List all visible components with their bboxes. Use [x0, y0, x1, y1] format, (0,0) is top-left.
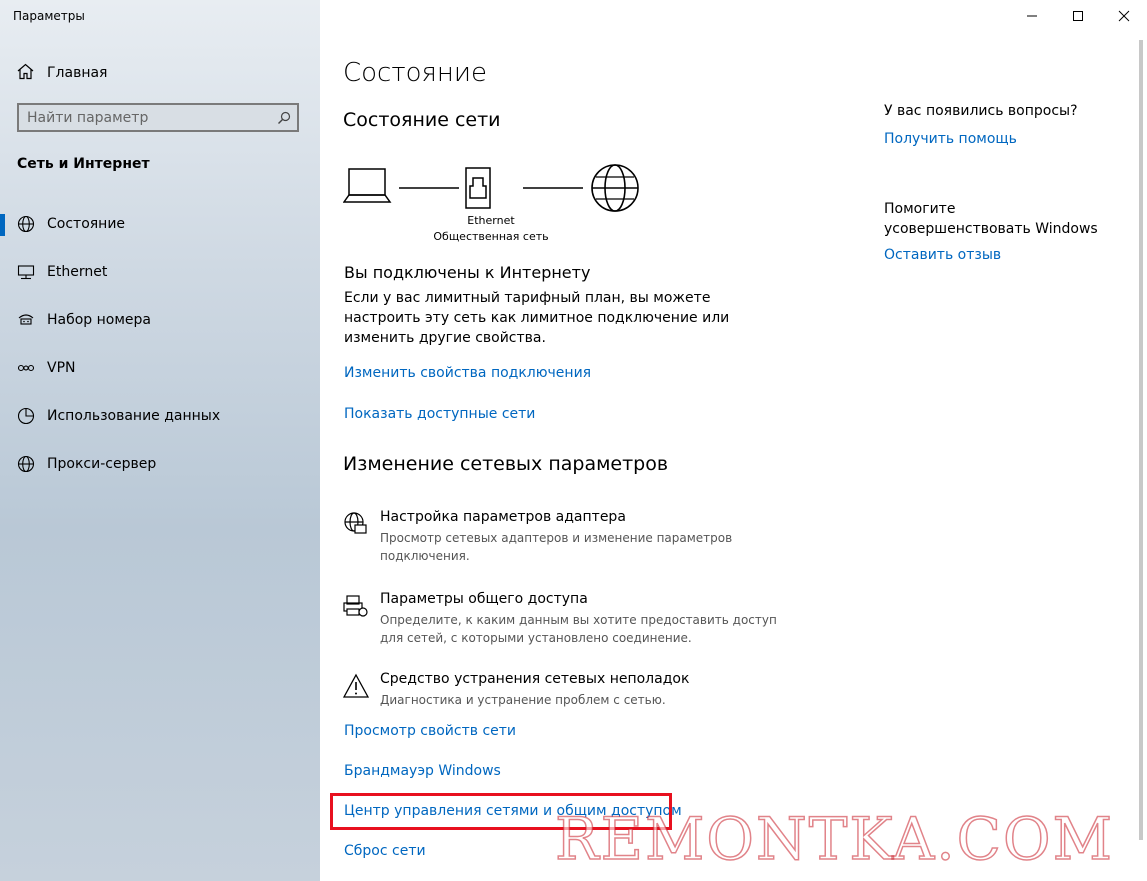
sharing-icon	[343, 593, 369, 619]
globe-icon	[16, 454, 36, 474]
sidebar-item-label: Ethernet	[47, 264, 108, 280]
questions-heading: У вас появились вопросы?	[884, 103, 1078, 119]
sidebar: Параметры Главная Сеть и Интернет Состоя…	[0, 0, 320, 881]
globe-icon	[16, 214, 36, 234]
sidebar-item-label: Использование данных	[47, 408, 221, 424]
connected-description: Если у вас лимитный тарифный план, вы мо…	[344, 290, 730, 346]
change-connection-properties-link[interactable]: Изменить свойства подключения	[344, 365, 591, 381]
minimize-button[interactable]	[1009, 0, 1055, 32]
adapter-name: Ethernet	[467, 214, 515, 227]
home-label: Главная	[47, 65, 108, 81]
main-content: Состояние Состояние сети Ethernet Общест…	[320, 0, 1147, 881]
sidebar-item-label: Состояние	[47, 216, 126, 232]
setting-title: Параметры общего доступа	[380, 591, 588, 607]
app-title: Параметры	[13, 9, 85, 23]
sidebar-item-dialup[interactable]: Набор номера	[0, 300, 320, 340]
network-diagram: Ethernet Общественная сеть	[343, 160, 673, 250]
maximize-button[interactable]	[1055, 0, 1101, 32]
windows-firewall-link[interactable]: Брандмауэр Windows	[344, 763, 501, 779]
section-title: Сеть и Интернет	[17, 156, 150, 172]
view-network-properties-link[interactable]: Просмотр свойств сети	[344, 723, 516, 739]
close-button[interactable]	[1101, 0, 1147, 32]
network-status-heading: Состояние сети	[343, 109, 501, 131]
maximize-icon	[1073, 11, 1083, 21]
setting-description: Диагностика и устранение проблем с сетью…	[380, 693, 666, 707]
data-usage-icon	[16, 406, 36, 426]
network-adapter-icon	[343, 511, 369, 537]
network-reset-link[interactable]: Сброс сети	[344, 843, 426, 859]
ethernet-port-icon	[465, 167, 491, 209]
search-input[interactable]	[19, 104, 271, 131]
connected-title: Вы подключены к Интернету	[344, 263, 591, 282]
improve-windows-text: Помогите усовершенствовать Windows	[884, 201, 1098, 237]
home-icon	[17, 63, 34, 84]
sidebar-item-status[interactable]: Состояние	[0, 204, 320, 244]
change-settings-heading: Изменение сетевых параметров	[343, 453, 669, 475]
warning-icon	[342, 673, 370, 699]
sharing-options-item[interactable]: Параметры общего доступа Определите, к к…	[343, 591, 803, 646]
sidebar-item-ethernet[interactable]: Ethernet	[0, 252, 320, 292]
laptop-icon	[343, 168, 392, 203]
search-icon[interactable]	[271, 111, 297, 125]
internet-globe-icon	[591, 164, 639, 212]
setting-title: Средство устранения сетевых неполадок	[380, 671, 690, 687]
setting-title: Настройка параметров адаптера	[380, 509, 626, 525]
watermark: REMONTKA.COM	[554, 804, 1114, 874]
setting-description: Определите, к каким данным вы хотите пре…	[380, 613, 777, 645]
sidebar-item-label: VPN	[47, 360, 76, 376]
show-available-networks-link[interactable]: Показать доступные сети	[344, 406, 535, 422]
sidebar-item-vpn[interactable]: VPN	[0, 348, 320, 388]
network-type: Общественная сеть	[433, 230, 549, 243]
sidebar-item-data-usage[interactable]: Использование данных	[0, 396, 320, 436]
ethernet-icon	[16, 262, 36, 282]
vpn-icon	[16, 358, 36, 378]
sidebar-item-label: Набор номера	[47, 312, 152, 328]
scrollbar[interactable]	[1139, 40, 1143, 840]
troubleshooter-item[interactable]: Средство устранения сетевых неполадок Ди…	[342, 671, 803, 711]
get-help-link[interactable]: Получить помощь	[884, 131, 1017, 147]
page-title: Состояние	[343, 58, 488, 88]
window-controls	[1009, 0, 1147, 32]
give-feedback-link[interactable]: Оставить отзыв	[884, 247, 1001, 263]
setting-description: Просмотр сетевых адаптеров и изменение п…	[380, 531, 733, 563]
home-nav-item[interactable]: Главная	[17, 62, 107, 84]
minimize-icon	[1027, 15, 1037, 17]
search-box	[17, 103, 299, 132]
dialup-icon	[16, 310, 36, 330]
adapter-settings-item[interactable]: Настройка параметров адаптера Просмотр с…	[343, 509, 803, 564]
sidebar-item-label: Прокси-сервер	[47, 456, 157, 472]
sidebar-item-proxy[interactable]: Прокси-сервер	[0, 444, 320, 484]
close-icon	[1118, 10, 1130, 22]
